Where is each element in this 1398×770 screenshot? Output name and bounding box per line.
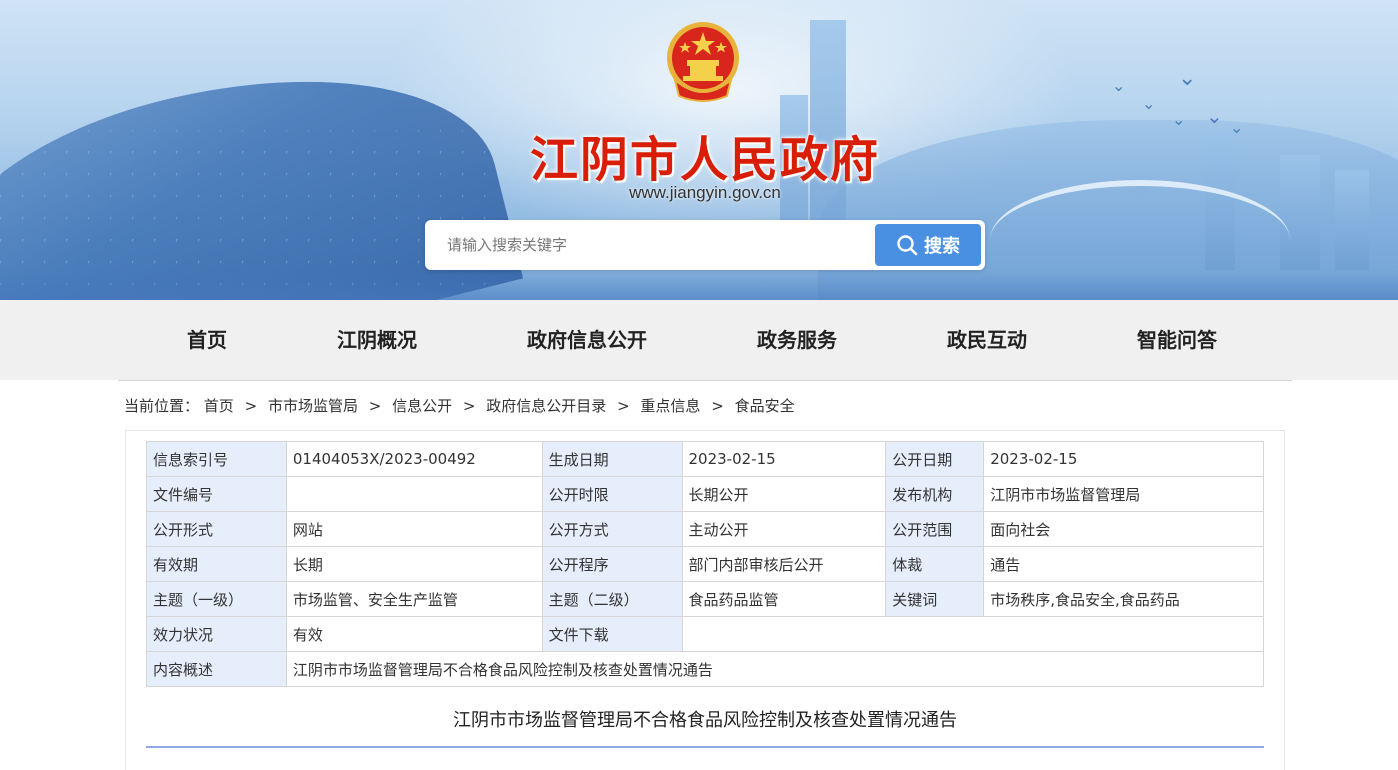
breadcrumb-separator: > (462, 397, 476, 415)
info-label: 公开形式 (146, 511, 287, 547)
table-row: 文件编号 公开时限 长期公开 发布机构 江阴市市场监督管理局 (146, 476, 1264, 512)
bird-icon: ⌄ (1142, 94, 1156, 113)
info-value: 2023-02-15 (681, 441, 887, 477)
info-label: 公开日期 (885, 441, 985, 477)
info-label: 公开程序 (541, 546, 683, 582)
nav-item-home[interactable]: 首页 (187, 300, 227, 380)
table-row: 效力状况 有效 文件下载 (146, 616, 1264, 652)
table-row: 公开形式 网站 公开方式 主动公开 公开范围 面向社会 (146, 511, 1264, 547)
info-value: 部门内部审核后公开 (681, 546, 887, 582)
info-value: 市场监管、安全生产监管 (285, 581, 543, 617)
info-value: 市场秩序,食品安全,食品药品 (983, 581, 1264, 617)
breadcrumb: 当前位置： 首页 > 市市场监管局 > 信息公开 > 政府信息公开目录 > 重点… (124, 395, 795, 416)
nav-item-smart-qa[interactable]: 智能问答 (1137, 300, 1217, 380)
info-label: 信息索引号 (146, 441, 287, 477)
info-value: 长期 (285, 546, 543, 582)
nav-item-services[interactable]: 政务服务 (757, 300, 837, 380)
info-label: 发布机构 (885, 476, 985, 512)
info-value: 江阴市市场监督管理局 (983, 476, 1264, 512)
nav-item-overview[interactable]: 江阴概况 (337, 300, 417, 380)
bird-icon: ⌄ (1178, 66, 1197, 91)
info-label: 文件编号 (146, 476, 287, 512)
info-label: 主题（二级） (541, 581, 683, 617)
breadcrumb-link-market-bureau[interactable]: 市市场监管局 (268, 397, 358, 415)
file-download-cell[interactable] (681, 616, 1264, 652)
site-title: 江阴市人民政府 (529, 132, 880, 188)
breadcrumb-link-food-safety[interactable]: 食品安全 (735, 397, 795, 415)
nav-item-info-disclosure[interactable]: 政府信息公开 (527, 300, 647, 380)
info-label: 内容概述 (146, 651, 287, 687)
table-row: 信息索引号 01404053X/2023-00492 生成日期 2023-02-… (146, 441, 1264, 477)
info-label: 公开时限 (541, 476, 683, 512)
info-label: 公开方式 (541, 511, 683, 547)
national-emblem-icon (667, 22, 739, 102)
document-title-rule (146, 746, 1264, 748)
info-value: 2023-02-15 (983, 441, 1264, 477)
info-value: 主动公开 (681, 511, 887, 547)
breadcrumb-link-catalog[interactable]: 政府信息公开目录 (486, 397, 606, 415)
info-label: 关键词 (885, 581, 985, 617)
breadcrumb-separator: > (711, 397, 724, 415)
search-button-label: 搜索 (924, 236, 960, 257)
info-label: 效力状况 (146, 616, 287, 652)
document-title: 江阴市市场监督管理局不合格食品风险控制及核查处置情况通告 (453, 710, 957, 731)
breadcrumb-link-home[interactable]: 首页 (204, 397, 234, 415)
info-metadata-table: 信息索引号 01404053X/2023-00492 生成日期 2023-02-… (146, 441, 1265, 687)
banner-ground (0, 270, 1398, 300)
table-row: 内容概述 江阴市市场监督管理局不合格食品风险控制及核查处置情况通告 (146, 651, 1265, 687)
info-label: 公开范围 (885, 511, 985, 547)
info-value: 网站 (285, 511, 543, 547)
breadcrumb-link-info[interactable]: 信息公开 (392, 397, 452, 415)
breadcrumb-prefix: 当前位置： (124, 397, 200, 415)
table-row: 有效期 长期 公开程序 部门内部审核后公开 体裁 通告 (146, 546, 1264, 582)
info-label: 文件下载 (541, 616, 683, 652)
info-label: 体裁 (885, 546, 985, 582)
info-value: 江阴市市场监督管理局不合格食品风险控制及核查处置情况通告 (285, 651, 1265, 687)
info-value: 通告 (983, 546, 1264, 582)
breadcrumb-separator: > (244, 397, 258, 415)
info-value (285, 476, 543, 512)
info-value: 食品药品监管 (681, 581, 887, 617)
info-value: 有效 (285, 616, 543, 652)
breadcrumb-link-key-info[interactable]: 重点信息 (640, 397, 700, 415)
search-button[interactable]: 搜索 (873, 222, 983, 268)
breadcrumb-separator: > (368, 397, 382, 415)
nav-item-interaction[interactable]: 政民互动 (947, 300, 1027, 380)
info-value: 长期公开 (681, 476, 887, 512)
breadcrumb-divider (118, 380, 1292, 381)
breadcrumb-separator: > (617, 397, 630, 415)
info-label: 主题（一级） (146, 581, 287, 617)
info-value: 01404053X/2023-00492 (285, 441, 543, 477)
search-bar: 搜索 (425, 220, 985, 270)
info-label: 生成日期 (541, 441, 683, 477)
search-icon (897, 235, 918, 256)
info-label: 有效期 (146, 546, 287, 582)
bird-icon: ⌄ (1112, 76, 1126, 95)
main-nav: 首页 江阴概况 政府信息公开 政务服务 政民互动 智能问答 (0, 300, 1398, 380)
search-input[interactable] (435, 220, 865, 270)
site-url: www.jiangyin.gov.cn (629, 183, 781, 202)
header-banner: ⌄ ⌄ ⌄ ⌄ ⌄ ⌄ 江阴市人民政府 www.jiangyin.gov.cn … (0, 0, 1398, 300)
info-value: 面向社会 (983, 511, 1264, 547)
table-row: 主题（一级） 市场监管、安全生产监管 主题（二级） 食品药品监管 关键词 市场秩… (146, 581, 1264, 617)
